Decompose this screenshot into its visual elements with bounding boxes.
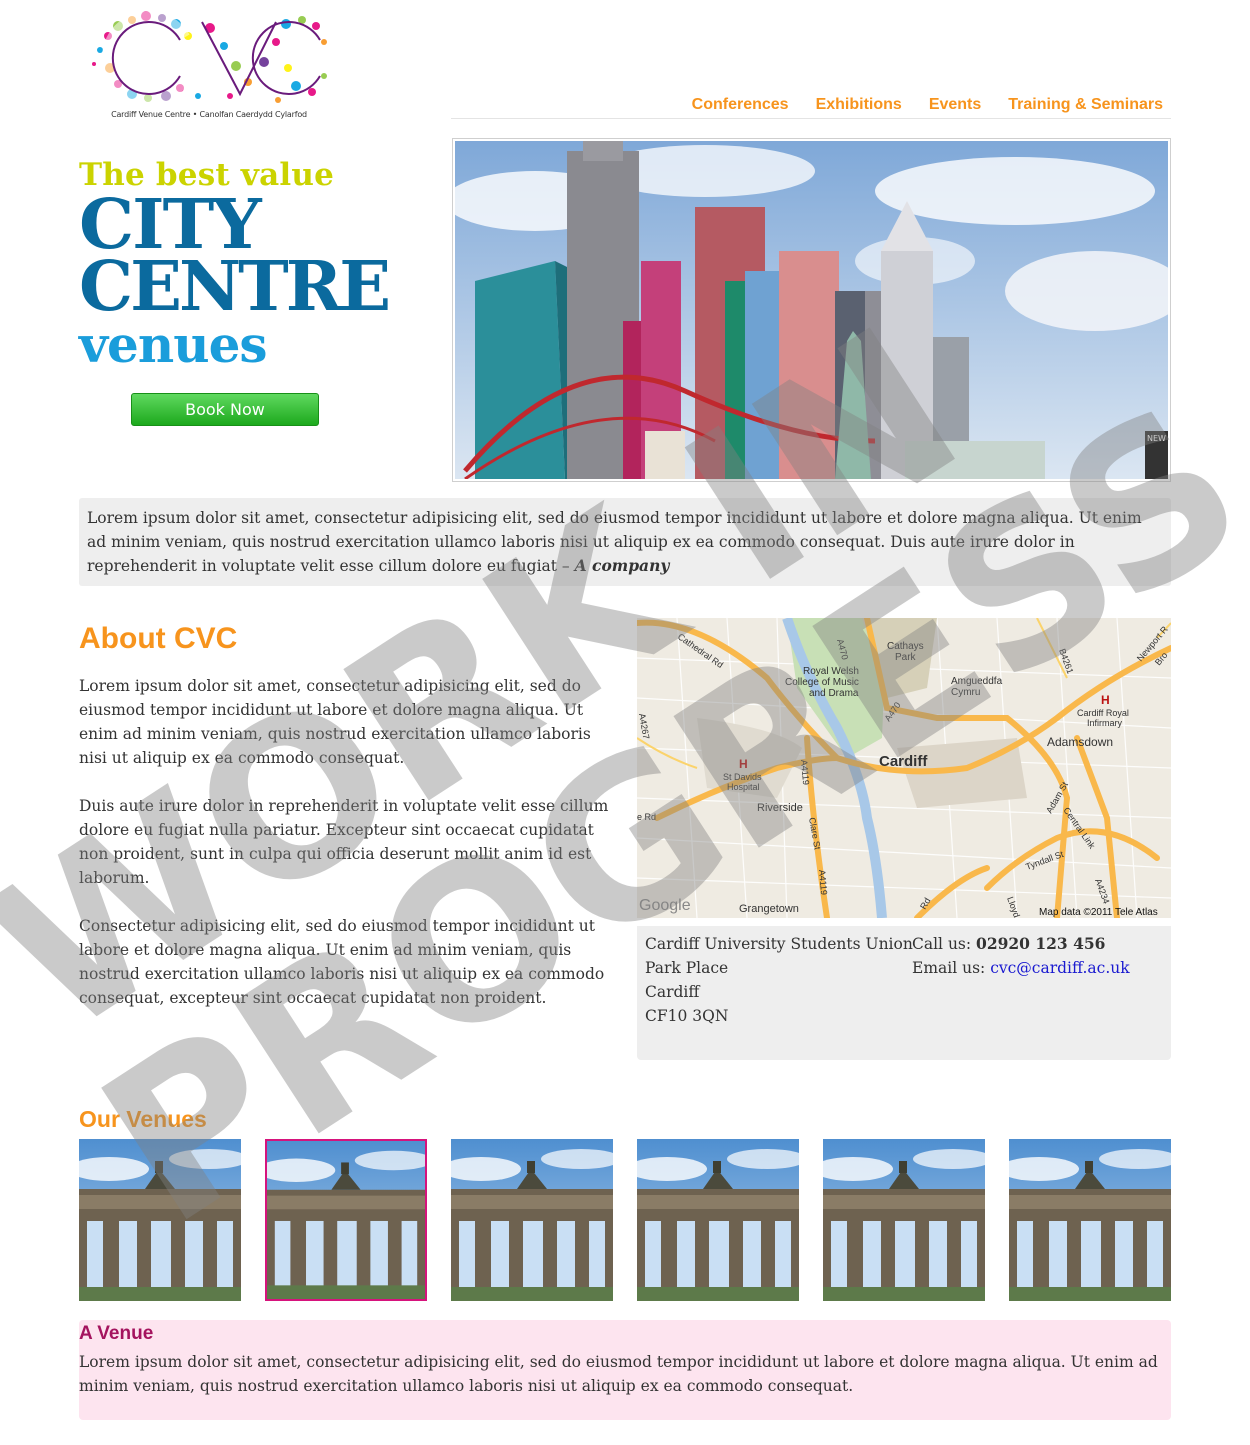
map-label-grangetown: Grangetown — [739, 903, 799, 915]
map-label-park: Park — [895, 652, 917, 663]
map-label-adamsdown: Adamsdown — [1047, 735, 1113, 749]
map-hospital-icon: H — [739, 757, 748, 771]
map-label-stdavids-1: St Davids — [723, 772, 762, 782]
venue-thumbnails — [79, 1139, 1171, 1301]
hero-sign-text: NEW — [1147, 434, 1166, 443]
intro-quote: Lorem ipsum dolor sit amet, consectetur … — [79, 498, 1171, 586]
email-label: Email us: — [912, 959, 991, 977]
location-map[interactable]: Cardiff Cathays Park Royal Welsh College… — [637, 618, 1171, 918]
hero-city-photo: NEW — [455, 141, 1168, 479]
venues-title: Our Venues — [79, 1106, 207, 1132]
venue-thumbnail-photo — [451, 1139, 613, 1301]
map-label-rwcmd-3: and Drama — [809, 688, 859, 699]
headline: The best value CITY CENTRE venues — [79, 156, 439, 372]
venue-name: A Venue — [79, 1323, 154, 1344]
map-infirmary-icon: H — [1101, 693, 1110, 707]
venue-thumbnail[interactable] — [823, 1139, 985, 1301]
map-label-riverside: Riverside — [757, 802, 803, 814]
venue-thumbnail-photo — [1009, 1139, 1171, 1301]
quote-attribution: A company — [574, 556, 670, 575]
map-label-cardiff: Cardiff — [879, 753, 928, 770]
email-link[interactable]: cvc@cardiff.ac.uk — [990, 959, 1129, 977]
hero-image: NEW — [452, 138, 1171, 482]
about-paragraph-2: Duis aute irure dolor in reprehenderit i… — [79, 797, 609, 887]
map-label-rd-west: e Rd — [637, 812, 656, 822]
map-label-cathays: Cathays — [887, 641, 924, 652]
contact-details: Call us: 02920 123 456 Email us: cvc@car… — [912, 932, 1130, 980]
about-paragraph-3: Consectetur adipisicing elit, sed do eiu… — [79, 917, 605, 1007]
nav-training-seminars[interactable]: Training & Seminars — [1008, 93, 1163, 118]
map-google-logo: Google — [639, 897, 691, 914]
headline-line-3: CENTRE — [79, 247, 391, 327]
logo-graphic — [92, 11, 327, 105]
venue-thumbnail-photo — [637, 1139, 799, 1301]
nav-conferences[interactable]: Conferences — [692, 93, 789, 118]
contact-box: Cardiff University Students Union Park P… — [637, 926, 1171, 1060]
email-row: Email us: cvc@cardiff.ac.uk — [912, 956, 1130, 980]
map-label-stdavids-2: Hospital — [727, 782, 760, 792]
address-line-3: Cardiff — [645, 983, 700, 1001]
logo[interactable]: Cardiff Venue Centre • Canolfan Caerdydd… — [88, 6, 330, 126]
map-label-amgueddfa-1: Amgueddfa — [951, 676, 1003, 687]
book-now-button[interactable]: Book Now — [131, 393, 319, 426]
phone-number: 02920 123 456 — [976, 934, 1106, 953]
logo-tagline: Cardiff Venue Centre • Canolfan Caerdydd… — [111, 110, 307, 119]
main-nav: Conferences Exhibitions Events Training … — [451, 93, 1171, 119]
phone-label: Call us: — [912, 935, 977, 953]
map-attribution: Map data ©2011 Tele Atlas — [1039, 907, 1158, 918]
venue-thumbnail[interactable] — [451, 1139, 613, 1301]
headline-line-2: CITY — [79, 185, 262, 265]
map-label-infirmary-1: Cardiff Royal — [1077, 708, 1129, 718]
map-label-amgueddfa-2: Cymru — [951, 687, 980, 698]
map-label-rwcmd-2: College of Music — [785, 677, 859, 688]
address-line-2: Park Place — [645, 959, 729, 977]
venue-thumbnail[interactable] — [637, 1139, 799, 1301]
phone-row: Call us: 02920 123 456 — [912, 932, 1130, 956]
nav-exhibitions[interactable]: Exhibitions — [816, 93, 902, 118]
venue-description: Lorem ipsum dolor sit amet, consectetur … — [79, 1353, 1158, 1395]
about-paragraph-1: Lorem ipsum dolor sit amet, consectetur … — [79, 677, 591, 767]
venue-thumbnail-photo — [823, 1139, 985, 1301]
address-line-1: Cardiff University Students Union — [645, 935, 913, 953]
map-label-infirmary-2: Infirmary — [1087, 718, 1123, 728]
intro-quote-text: Lorem ipsum dolor sit amet, consectetur … — [87, 506, 1163, 578]
map-graphic: Cardiff Cathays Park Royal Welsh College… — [637, 618, 1171, 918]
address-line-4: CF10 3QN — [645, 1007, 729, 1025]
venue-thumbnail-photo — [79, 1139, 241, 1301]
contact-address: Cardiff University Students Union Park P… — [645, 932, 913, 1028]
nav-events[interactable]: Events — [929, 93, 981, 118]
about-title: About CVC — [79, 622, 238, 655]
venue-detail: A Venue Lorem ipsum dolor sit amet, cons… — [79, 1320, 1171, 1420]
venue-thumbnail[interactable] — [265, 1139, 427, 1301]
map-label-rwcmd-1: Royal Welsh — [803, 666, 859, 677]
venue-thumbnail[interactable] — [1009, 1139, 1171, 1301]
venue-thumbnail[interactable] — [79, 1139, 241, 1301]
about-body: Lorem ipsum dolor sit amet, consectetur … — [79, 674, 619, 1034]
venue-thumbnail-photo — [267, 1141, 425, 1299]
